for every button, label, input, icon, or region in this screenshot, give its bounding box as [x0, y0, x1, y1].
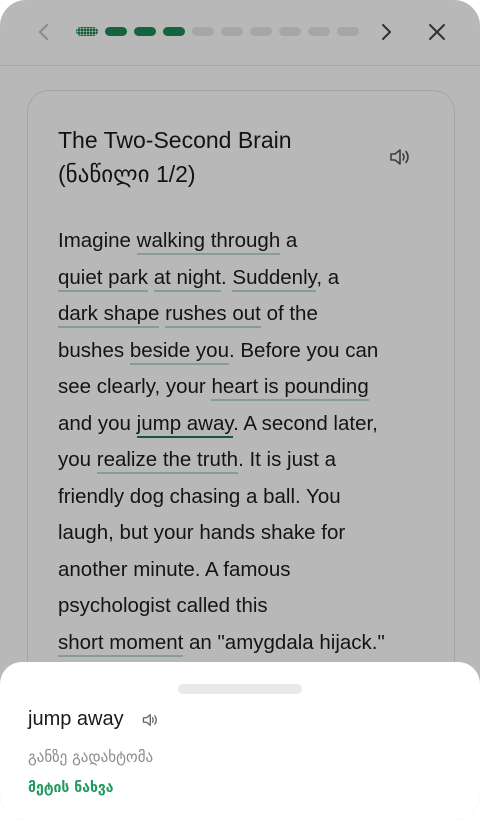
word-translation: განზე გადახტომა [28, 748, 154, 766]
selected-word: jump away [28, 708, 124, 730]
see-more-link[interactable]: მეტის ნახვა [28, 780, 114, 796]
sheet-grabber[interactable] [178, 684, 302, 694]
speaker-icon [142, 714, 157, 726]
lesson-screen: The Two-Second Brain (ნაწილი 1/2) Imagin… [0, 0, 480, 820]
word-bottom-sheet: jump away განზე გადახტომა მეტის ნახვა [0, 662, 480, 820]
word-audio-button[interactable] [142, 712, 160, 728]
phone-frame: The Two-Second Brain (ნაწილი 1/2) Imagin… [0, 0, 480, 820]
